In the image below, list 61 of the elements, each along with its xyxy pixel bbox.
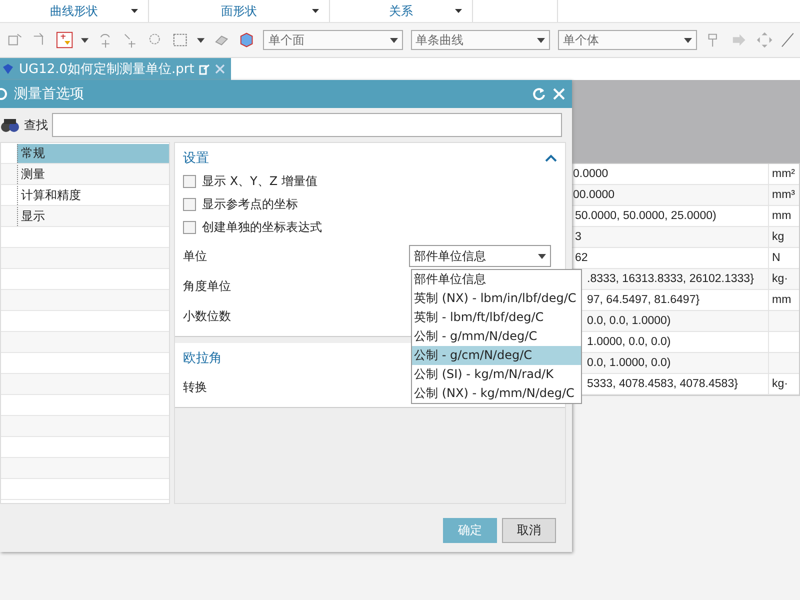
field-label: 单位	[183, 248, 207, 264]
part-icon	[2, 63, 14, 75]
group-title: 欧拉角	[183, 350, 222, 367]
tree-item[interactable]: 计算和精度	[17, 186, 169, 204]
unit-dropdown[interactable]: 部件单位信息	[409, 245, 551, 267]
cube-icon[interactable]	[238, 31, 256, 49]
table-cell-text: 50.0000, 50.0000, 25.0000)	[574, 209, 718, 224]
dropdown-arrow-icon	[538, 254, 546, 258]
table-cell: mm	[768, 206, 799, 226]
dropdown-arrow-icon	[537, 38, 546, 42]
ribbon-group-label[interactable]: 关系	[389, 2, 413, 20]
table-cell: mm²	[768, 164, 799, 184]
dialog-title: 测量首选项	[14, 85, 85, 103]
table-cell: mm³	[768, 185, 799, 205]
tab-export-icon[interactable]	[199, 64, 210, 74]
table-cell: N	[768, 248, 799, 268]
filter-icon[interactable]	[56, 31, 74, 49]
dropdown-option[interactable]: 公制 - g/cm/N/deg/C	[412, 346, 581, 365]
reset-icon[interactable]	[532, 87, 546, 101]
caret-icon[interactable]	[312, 9, 319, 13]
table-cell-text: 0.0000	[572, 167, 610, 182]
caret-icon[interactable]	[131, 9, 138, 13]
tree-item[interactable]: 常规	[17, 144, 169, 162]
table-cell-text: 0.0, 0.0, 1.0000)	[586, 314, 672, 329]
dropdown-arrow-icon	[684, 38, 692, 42]
checkbox[interactable]	[183, 221, 196, 234]
checkbox-label: 显示参考点的坐标	[202, 196, 298, 213]
checkbox[interactable]	[183, 198, 196, 211]
table-cell-text: .8333, 16313.8333, 26102.1333}	[586, 272, 755, 287]
field-label: 转换	[183, 378, 207, 396]
table-cell-text: 0.0, 1.0000, 0.0)	[586, 356, 672, 371]
binoculars-icon	[0, 117, 20, 133]
tab-title: UG12.0如何定制测量单位.prt	[19, 61, 194, 78]
table-cell: kg·	[768, 374, 799, 394]
caret-icon[interactable]	[455, 9, 462, 13]
group-title: 设置	[183, 150, 209, 167]
ribbon-group-label[interactable]: 曲线形状	[50, 2, 98, 20]
rectangle-select-icon[interactable]	[172, 31, 190, 49]
table-cell-text: 00.0000	[572, 188, 616, 203]
table-cell-text: 3	[574, 230, 582, 245]
table-cell-text: 1.0000, 0.0, 0.0)	[586, 335, 672, 350]
dropdown-arrow-icon	[81, 38, 89, 42]
field-label: 角度单位	[183, 278, 231, 294]
line-icon[interactable]	[780, 31, 794, 49]
cancel-button[interactable]: 取消	[502, 518, 556, 543]
checkbox[interactable]	[183, 175, 196, 188]
field-label: 小数位数	[183, 308, 231, 324]
collapse-icon[interactable]	[545, 154, 557, 162]
table-cell-text: 62	[574, 251, 589, 266]
table-cell: kg	[768, 227, 799, 247]
find-field[interactable]	[52, 113, 562, 137]
move-arrows-icon[interactable]	[756, 31, 773, 49]
table-cell: kg·	[768, 269, 799, 289]
close-icon[interactable]	[215, 64, 226, 74]
ribbon-group-label[interactable]: 面形状	[221, 2, 257, 20]
checkbox-label: 显示 X、Y、Z 增量值	[202, 173, 318, 190]
find-label: 查找	[24, 116, 48, 134]
dropdown-arrow-icon	[197, 38, 206, 42]
checkbox-label: 创建单独的坐标表达式	[202, 219, 322, 236]
table-cell: mm	[768, 290, 799, 310]
dropdown-arrow-icon	[390, 38, 398, 42]
